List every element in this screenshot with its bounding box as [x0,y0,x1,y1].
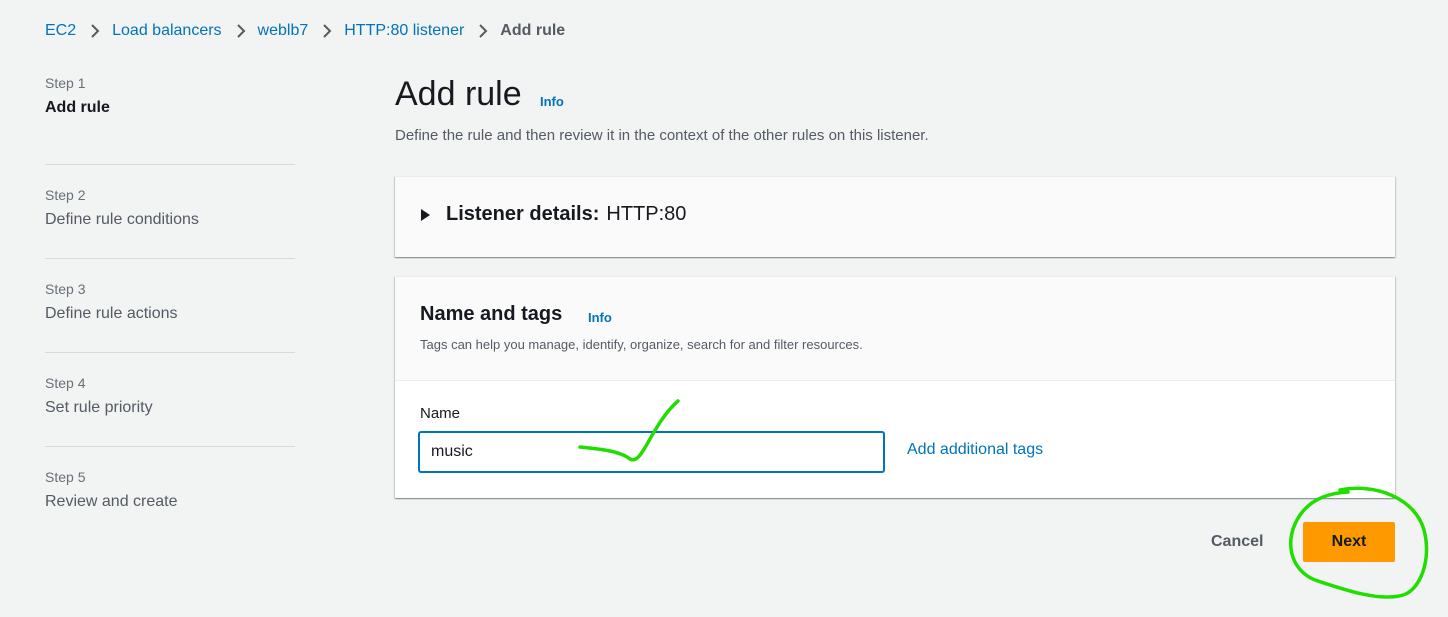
name-and-tags-panel: Name and tags Info Tags can help you man… [395,276,1395,498]
step-number: Step 2 [45,187,86,203]
page-info-link[interactable]: Info [540,94,564,109]
breadcrumb-load-balancers[interactable]: Load balancers [112,22,221,40]
breadcrumb-weblb7[interactable]: weblb7 [258,22,309,40]
chevron-right-icon [478,24,488,38]
name-and-tags-description: Tags can help you manage, identify, orga… [420,337,863,352]
breadcrumb-current: Add rule [500,22,566,39]
chevron-right-icon [322,24,332,38]
chevron-right-icon [236,24,246,38]
step-title: Set rule priority [45,399,153,416]
step-number: Step 5 [45,469,86,485]
step-title: Review and create [45,493,178,510]
chevron-right-icon [90,24,100,38]
step-add-rule: Step 1 Add rule [45,72,295,165]
breadcrumb-ec2[interactable]: EC2 [45,22,76,40]
step-number: Step 1 [45,75,86,91]
step-define-conditions: Step 2 Define rule conditions [45,165,295,259]
step-define-actions: Step 3 Define rule actions [45,259,295,353]
step-review-create: Step 5 Review and create [45,447,295,541]
next-button[interactable]: Next [1303,522,1395,562]
breadcrumb: EC2 Load balancers weblb7 HTTP:80 listen… [45,22,565,40]
name-input[interactable] [419,432,884,472]
wizard-steps: Step 1 Add rule Step 2 Define rule condi… [45,72,295,541]
listener-details-toggle[interactable]: Listener details: HTTP:80 [421,203,686,226]
step-number: Step 3 [45,281,86,297]
page-description: Define the rule and then review it in th… [395,127,929,144]
add-additional-tags-link[interactable]: Add additional tags [907,441,1043,459]
breadcrumb-listener[interactable]: HTTP:80 listener [344,22,464,40]
name-field-label: Name [420,405,461,422]
caret-right-icon [421,208,430,221]
name-and-tags-title: Name and tags [420,303,563,325]
cancel-button[interactable]: Cancel [1197,522,1277,562]
listener-details-value: HTTP:80 [606,203,687,225]
name-and-tags-info-link[interactable]: Info [588,310,612,325]
step-number: Step 4 [45,375,86,391]
step-title: Define rule actions [45,305,178,322]
step-title: Add rule [45,99,110,116]
step-title: Define rule conditions [45,211,199,228]
listener-details-panel: Listener details: HTTP:80 [395,176,1395,257]
page-title: Add rule [395,75,522,113]
listener-details-label: Listener details: [446,203,600,225]
step-set-priority: Step 4 Set rule priority [45,353,295,447]
name-and-tags-header: Name and tags Info Tags can help you man… [395,277,1395,381]
